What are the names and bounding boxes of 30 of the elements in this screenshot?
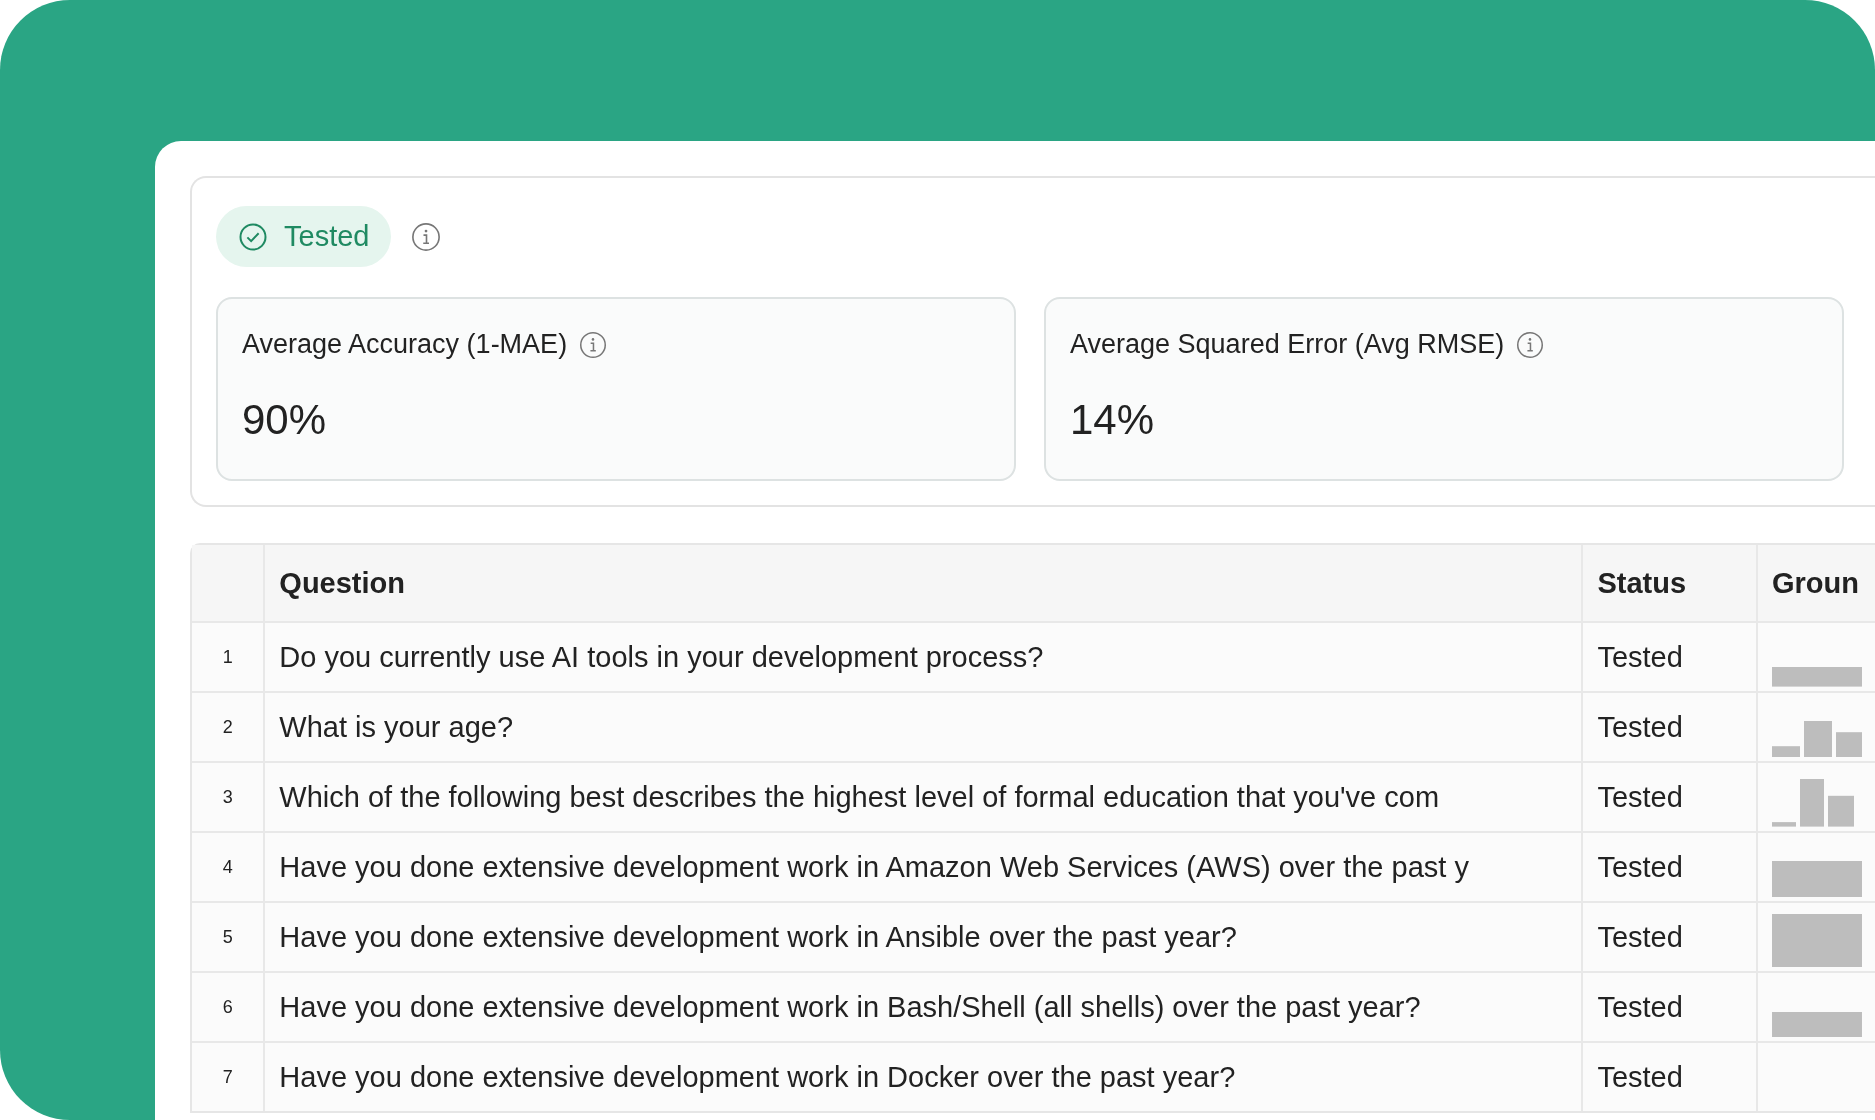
question-text: Have you done extensive development work in Docker over the past year?: [279, 1060, 1236, 1094]
info-icon[interactable]: [1516, 330, 1545, 359]
status-text: Tested: [1597, 710, 1683, 744]
question-text: What is your age?: [279, 710, 514, 744]
row-number: 5: [222, 926, 233, 948]
status-text: Tested: [1597, 1060, 1683, 1094]
question-text: Which of the following best describes the highest level of formal education that you've com: [279, 780, 1440, 814]
metric-label: Average Squared Error (Avg RMSE): [1070, 329, 1505, 360]
question-text: Have you done extensive development work in Amazon Web Services (AWS) over the past y: [279, 850, 1469, 884]
status-badge: Tested: [216, 206, 392, 267]
row-number: 1: [222, 646, 233, 668]
row-number: 6: [222, 996, 233, 1018]
row-number: 7: [222, 1066, 233, 1088]
status-text: Tested: [1597, 640, 1683, 674]
question-text: Have you done extensive development work in Bash/Shell (all shells) over the past year?: [279, 990, 1421, 1024]
info-icon[interactable]: [579, 330, 608, 359]
row-number: 3: [222, 786, 233, 808]
row-number: 4: [222, 856, 233, 878]
status-text: Tested: [1597, 780, 1683, 814]
metric-label: Average Accuracy (1-MAE): [242, 329, 568, 360]
metric-value: 14%: [1070, 396, 1156, 444]
status-text: Tested: [1597, 920, 1683, 954]
metric-value: 90%: [242, 396, 328, 444]
question-text: Do you currently use AI tools in your development process?: [279, 640, 1044, 674]
question-text: Have you done extensive development work in Ansible over the past year?: [279, 920, 1237, 954]
status-text: Tested: [1597, 850, 1683, 884]
check-circle-icon: [238, 221, 268, 252]
status-text: Tested: [1597, 990, 1683, 1024]
row-number: 2: [222, 716, 233, 738]
info-icon[interactable]: [411, 221, 442, 252]
